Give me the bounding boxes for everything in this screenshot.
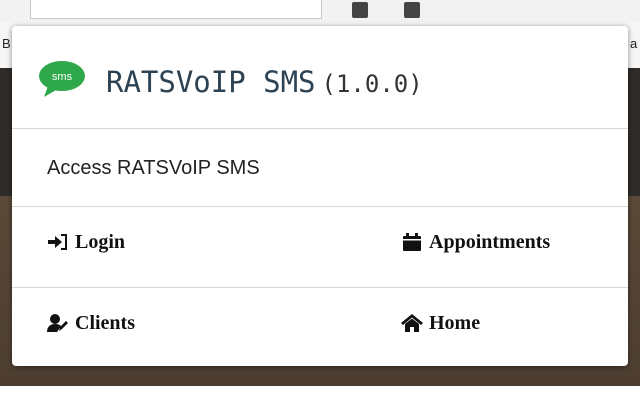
login-button[interactable]: Login: [47, 229, 125, 255]
user-edit-icon: [47, 313, 69, 333]
home-button[interactable]: Home: [401, 310, 480, 336]
clients-button[interactable]: Clients: [47, 310, 135, 336]
app-version: (1.0.0): [321, 70, 423, 98]
menu-row: Login Appointments: [12, 207, 628, 288]
browser-toolbar: [0, 0, 640, 22]
address-bar[interactable]: [30, 0, 322, 19]
extension-icon[interactable]: [404, 2, 420, 18]
subtitle-row: Access RATSVoIP SMS: [12, 129, 628, 207]
popup-header: sms RATSVoIP SMS (1.0.0): [12, 26, 628, 129]
calendar-icon: [401, 232, 423, 252]
popup-title: RATSVoIP SMS (1.0.0): [106, 62, 423, 102]
app-name: RATSVoIP SMS: [106, 65, 316, 99]
extension-icon[interactable]: [352, 2, 368, 18]
page-footer-band: [0, 386, 640, 400]
logo-text: sms: [52, 71, 73, 83]
login-label: Login: [75, 230, 126, 253]
sms-logo-icon: sms: [38, 60, 86, 98]
extension-popup: sms RATSVoIP SMS (1.0.0) Access RATSVoIP …: [12, 26, 628, 366]
sign-in-icon: [47, 232, 69, 252]
clients-label: Clients: [75, 311, 135, 334]
appointments-button[interactable]: Appointments: [401, 229, 550, 255]
menu-row: Clients Home: [12, 288, 628, 368]
appointments-label: Appointments: [429, 230, 551, 253]
access-link[interactable]: Access RATSVoIP SMS: [47, 157, 260, 180]
home-icon: [401, 313, 423, 333]
home-label: Home: [429, 311, 481, 334]
bookmark-label[interactable]: B: [2, 36, 11, 51]
bookmark-label[interactable]: a: [630, 36, 637, 51]
